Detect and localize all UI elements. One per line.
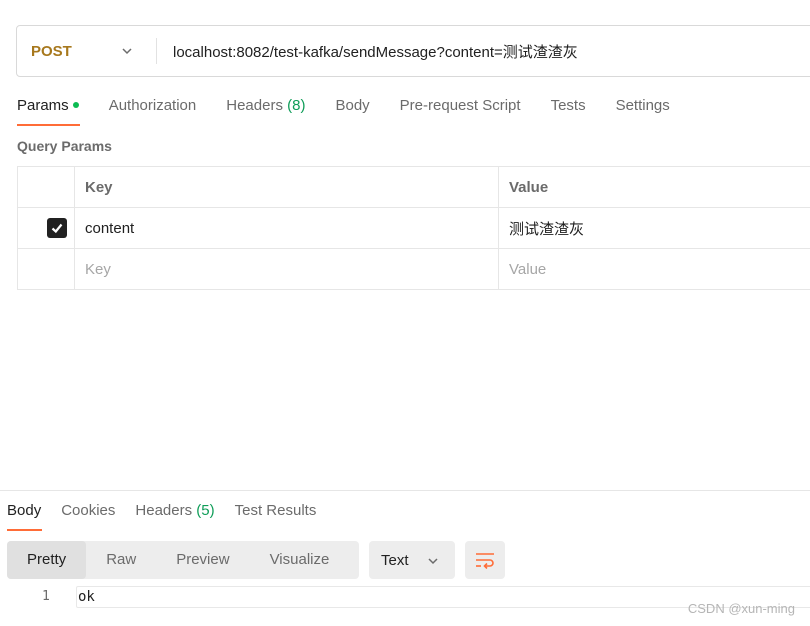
value-column-header: Value xyxy=(498,166,810,208)
method-select[interactable]: POST xyxy=(17,26,156,76)
table-row-new: Key Value xyxy=(17,248,810,290)
table-row: content 测试渣渣灰 xyxy=(17,207,810,249)
tab-headers[interactable]: Headers (8) xyxy=(226,96,305,126)
response-body-text: ok xyxy=(78,589,95,605)
table-header-row: Key Value xyxy=(17,166,810,208)
tab-pre-request-script[interactable]: Pre-request Script xyxy=(400,96,521,126)
response-tab-headers-label: Headers xyxy=(135,502,193,519)
tab-tests[interactable]: Tests xyxy=(551,96,586,126)
checkmark-icon xyxy=(51,223,63,234)
query-params-title: Query Params xyxy=(17,138,112,154)
line-number: 1 xyxy=(42,589,50,604)
tab-headers-count: (8) xyxy=(287,97,306,114)
view-raw-button[interactable]: Raw xyxy=(86,541,156,579)
tab-settings[interactable]: Settings xyxy=(616,96,670,126)
url-input[interactable] xyxy=(157,26,810,76)
checkbox-cell xyxy=(17,207,75,249)
view-visualize-button[interactable]: Visualize xyxy=(250,541,350,579)
tab-authorization[interactable]: Authorization xyxy=(109,96,197,126)
param-enabled-checkbox[interactable] xyxy=(47,218,67,238)
format-select[interactable]: Text xyxy=(369,541,455,579)
response-headers-count: (5) xyxy=(196,502,215,519)
param-value-cell[interactable]: 测试渣渣灰 xyxy=(498,207,810,249)
new-key-input[interactable]: Key xyxy=(74,248,499,290)
response-tabs: Body Cookies Headers (5) Test Results xyxy=(7,501,336,531)
response-tab-headers[interactable]: Headers (5) xyxy=(135,501,214,531)
tab-authorization-label: Authorization xyxy=(108,97,197,114)
response-tab-test-results-label: Test Results xyxy=(234,502,317,519)
tab-pre-request-script-label: Pre-request Script xyxy=(399,97,521,114)
key-column-header: Key xyxy=(74,166,499,208)
wrap-lines-icon xyxy=(476,553,494,569)
response-tab-body-label: Body xyxy=(7,502,42,519)
chevron-down-icon xyxy=(122,48,132,55)
view-pretty-button[interactable]: Pretty xyxy=(7,541,87,579)
empty-checkbox-cell xyxy=(17,248,75,290)
checkbox-column-header xyxy=(17,166,75,208)
view-mode-group: Pretty Raw Preview Visualize xyxy=(7,541,359,579)
response-tab-cookies-label: Cookies xyxy=(61,502,116,519)
request-tabs: Params Authorization Headers (8) Body Pr… xyxy=(17,96,700,126)
wrap-lines-button[interactable] xyxy=(465,541,505,579)
format-label: Text xyxy=(381,551,409,569)
tab-params[interactable]: Params xyxy=(17,96,80,126)
params-active-dot xyxy=(72,102,79,108)
method-label: POST xyxy=(31,42,72,60)
response-tab-cookies[interactable]: Cookies xyxy=(61,501,115,531)
param-key-cell[interactable]: content xyxy=(74,207,499,249)
request-url-bar: POST xyxy=(16,25,810,77)
tab-headers-label: Headers xyxy=(226,97,283,114)
view-preview-button[interactable]: Preview xyxy=(156,541,249,579)
tab-settings-label: Settings xyxy=(615,97,670,114)
response-tab-test-results[interactable]: Test Results xyxy=(235,501,317,531)
tab-params-label: Params xyxy=(17,97,69,114)
query-params-table: Key Value content 测试渣渣灰 Key Value xyxy=(17,166,810,290)
new-value-input[interactable]: Value xyxy=(498,248,810,290)
tab-tests-label: Tests xyxy=(550,97,586,114)
response-tab-body[interactable]: Body xyxy=(7,501,43,531)
tab-body[interactable]: Body xyxy=(335,96,369,126)
tab-body-label: Body xyxy=(335,97,370,114)
chevron-down-icon xyxy=(428,558,438,565)
watermark: CSDN @xun-ming xyxy=(687,601,795,616)
response-divider xyxy=(0,490,810,491)
